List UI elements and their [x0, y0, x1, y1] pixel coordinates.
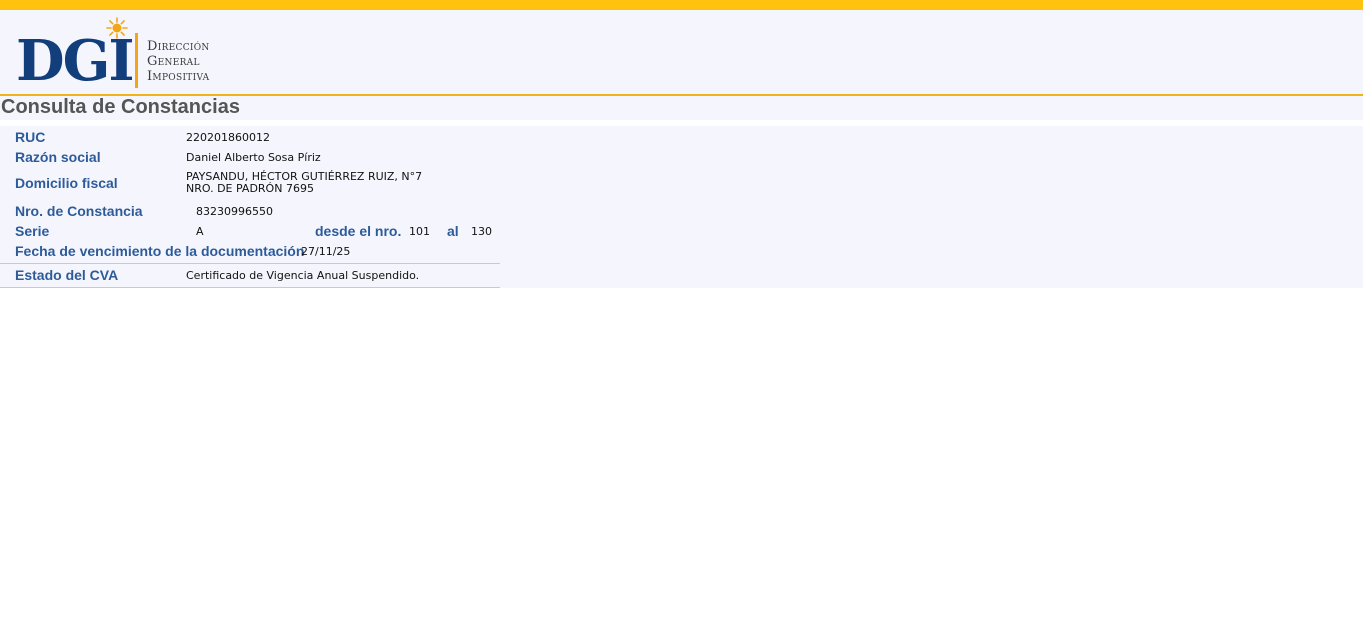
constancia-label: Nro. de Constancia	[15, 203, 143, 219]
logo-brand-text: DGI	[16, 28, 135, 94]
logo-divider	[135, 33, 138, 88]
estado-cva-value: Certificado de Vigencia Anual Suspendido…	[186, 269, 420, 282]
razon-social-label: Razón social	[15, 149, 101, 165]
razon-social-value: Daniel Alberto Sosa Píriz	[186, 151, 321, 164]
domicilio-line-2: NRO. DE PADRÓN 7695	[186, 182, 314, 195]
constancia-details: RUC 220201860012 Razón social Daniel Alb…	[0, 126, 1363, 288]
desde-label: desde el nro.	[315, 223, 402, 239]
logo-line-2: General	[147, 54, 200, 69]
site-header: DGI Dirección General Impositiva	[0, 10, 1363, 96]
constancia-value: 83230996550	[196, 205, 273, 218]
top-accent-bar	[0, 0, 1363, 10]
logo-line-1: Dirección	[147, 39, 210, 54]
serie-label: Serie	[15, 223, 50, 239]
vencimiento-label: Fecha de vencimiento de la documentación	[15, 243, 305, 259]
ruc-value: 220201860012	[186, 131, 270, 144]
separator-top	[0, 263, 500, 264]
serie-value: A	[196, 225, 204, 238]
estado-cva-label: Estado del CVA	[15, 267, 119, 283]
ruc-label: RUC	[15, 129, 46, 145]
vencimiento-value: 27/11/25	[301, 245, 351, 258]
al-label: al	[447, 223, 459, 239]
desde-value: 101	[409, 225, 430, 238]
al-value: 130	[471, 225, 492, 238]
logo-wordmark: Dirección General Impositiva	[147, 39, 210, 84]
domicilio-fiscal-label: Domicilio fiscal	[15, 175, 118, 191]
dgi-logo[interactable]: DGI Dirección General Impositiva	[16, 17, 246, 93]
sun-icon	[106, 17, 128, 39]
separator-bottom	[0, 287, 500, 288]
page-title: Consulta de Constancias	[0, 96, 1363, 120]
logo-line-3: Impositiva	[147, 69, 210, 84]
